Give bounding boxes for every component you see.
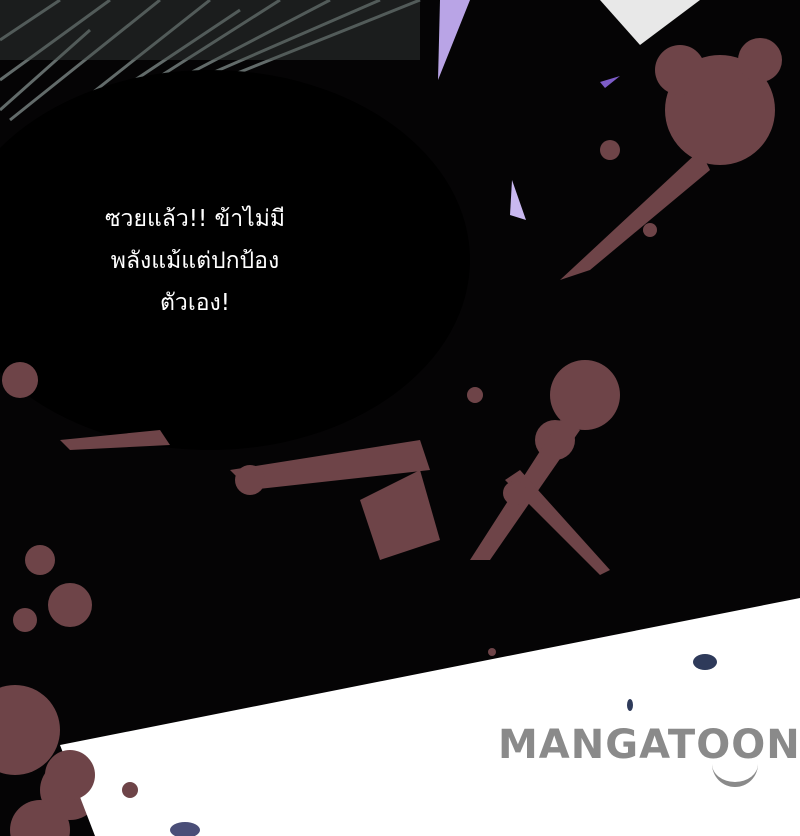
crystal-shard xyxy=(510,180,526,220)
mangatoon-watermark: MANGATOON xyxy=(498,722,800,768)
white-fragment xyxy=(600,0,700,45)
white-panel xyxy=(60,598,800,836)
speech-line: พลังแม้แต่ปกป้อง xyxy=(110,248,280,274)
speech-line: ตัวเอง! xyxy=(160,290,230,316)
crystal-shard xyxy=(438,0,470,80)
crystal-shard xyxy=(600,76,620,88)
panel-artwork xyxy=(0,0,800,836)
speech-text: ซวยแล้ว!! ข้าไม่มี พลังแม้แต่ปกป้อง ตัวเ… xyxy=(60,198,330,324)
manga-panel: ซวยแล้ว!! ข้าไม่มี พลังแม้แต่ปกป้อง ตัวเ… xyxy=(0,0,800,836)
speech-line: ซวยแล้ว!! ข้าไม่มี xyxy=(104,206,286,232)
